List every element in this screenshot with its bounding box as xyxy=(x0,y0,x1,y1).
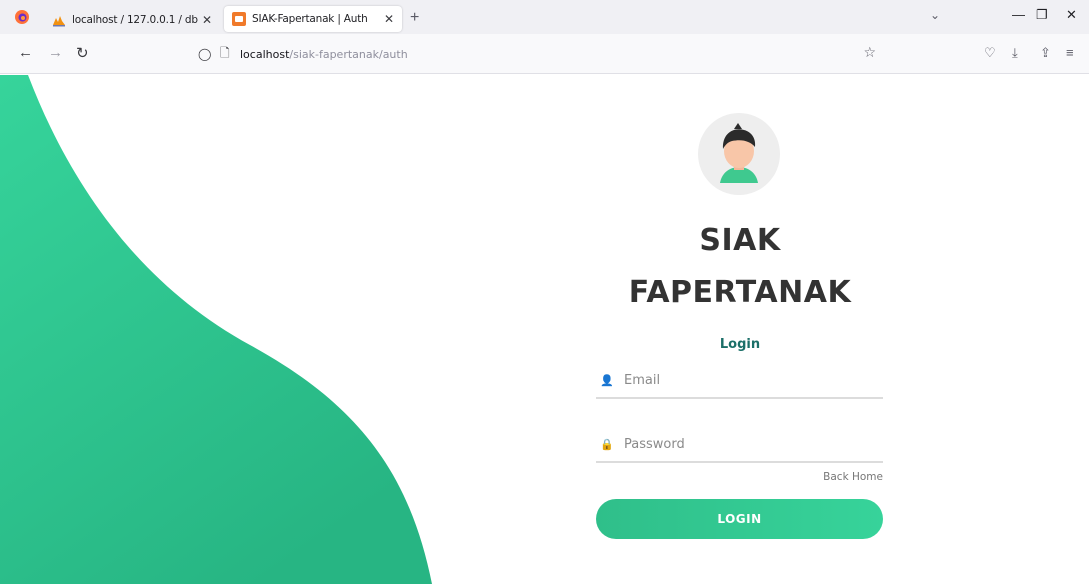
close-window-icon[interactable]: ✕ xyxy=(1066,7,1077,23)
tab-title: SIAK-Fapertanak | Auth xyxy=(252,13,368,25)
pocket-icon[interactable]: ♡ xyxy=(984,45,996,61)
close-icon[interactable]: ✕ xyxy=(380,12,398,26)
bookmark-star-icon[interactable]: ☆ xyxy=(863,45,876,61)
page-content: SIAK FAPERTANAK Login 👤 🔒 Back Home LOGI… xyxy=(0,75,1089,584)
password-field: 🔒 xyxy=(596,427,883,463)
tab-siak-auth[interactable]: SIAK-Fapertanak | Auth ✕ xyxy=(224,6,402,32)
tab-bar: localhost / 127.0.0.1 / dbfaperta ✕ SIAK… xyxy=(0,0,1089,34)
site-favicon xyxy=(232,12,246,26)
address-bar[interactable]: ◯ 🗋 localhost/siak-fapertanak/auth ☆ xyxy=(190,41,890,67)
url-host: localhost xyxy=(240,47,290,61)
minimize-icon[interactable]: — xyxy=(1012,7,1025,22)
login-button[interactable]: LOGIN xyxy=(596,499,883,539)
nav-bar: ← → ↻ ◯ 🗋 localhost/siak-fapertanak/auth… xyxy=(0,34,1089,74)
shield-icon[interactable]: ◯ xyxy=(198,47,214,61)
tab-title: localhost / 127.0.0.1 / dbfaperta xyxy=(72,14,198,26)
reload-icon[interactable]: ↻ xyxy=(76,44,89,62)
tab-phpmyadmin[interactable]: localhost / 127.0.0.1 / dbfaperta ✕ xyxy=(44,8,220,32)
password-input[interactable] xyxy=(624,436,864,452)
firefox-icon[interactable] xyxy=(14,9,30,25)
phpmyadmin-icon xyxy=(53,16,65,27)
close-icon[interactable]: ✕ xyxy=(198,13,216,27)
email-field: 👤 xyxy=(596,363,883,399)
back-home-link[interactable]: Back Home xyxy=(740,471,883,483)
download-icon[interactable]: ⤓ xyxy=(1012,45,1018,61)
chevron-down-icon[interactable]: ⌄ xyxy=(930,8,940,22)
user-icon: 👤 xyxy=(600,374,614,387)
login-heading: Login xyxy=(719,337,761,352)
brand-line-1: SIAK xyxy=(699,223,781,258)
browser-window: localhost / 127.0.0.1 / dbfaperta ✕ SIAK… xyxy=(0,0,1089,584)
url-path: /siak-fapertanak/auth xyxy=(289,47,408,61)
share-icon[interactable]: ⇪ xyxy=(1040,45,1051,61)
page-icon: 🗋 xyxy=(220,45,230,60)
menu-icon[interactable]: ≡ xyxy=(1066,45,1074,60)
forward-arrow-icon[interactable]: → xyxy=(48,44,63,61)
avatar xyxy=(698,113,780,195)
new-tab-button[interactable]: + xyxy=(410,9,419,27)
lock-icon: 🔒 xyxy=(600,438,614,451)
decorative-wave xyxy=(0,75,432,584)
back-arrow-icon[interactable]: ← xyxy=(18,44,33,61)
email-input[interactable] xyxy=(624,372,864,388)
restore-icon[interactable]: ❐ xyxy=(1036,7,1048,23)
brand-line-2: FAPERTANAK xyxy=(628,275,852,310)
brand-title: SIAK FAPERTANAK xyxy=(595,215,885,319)
